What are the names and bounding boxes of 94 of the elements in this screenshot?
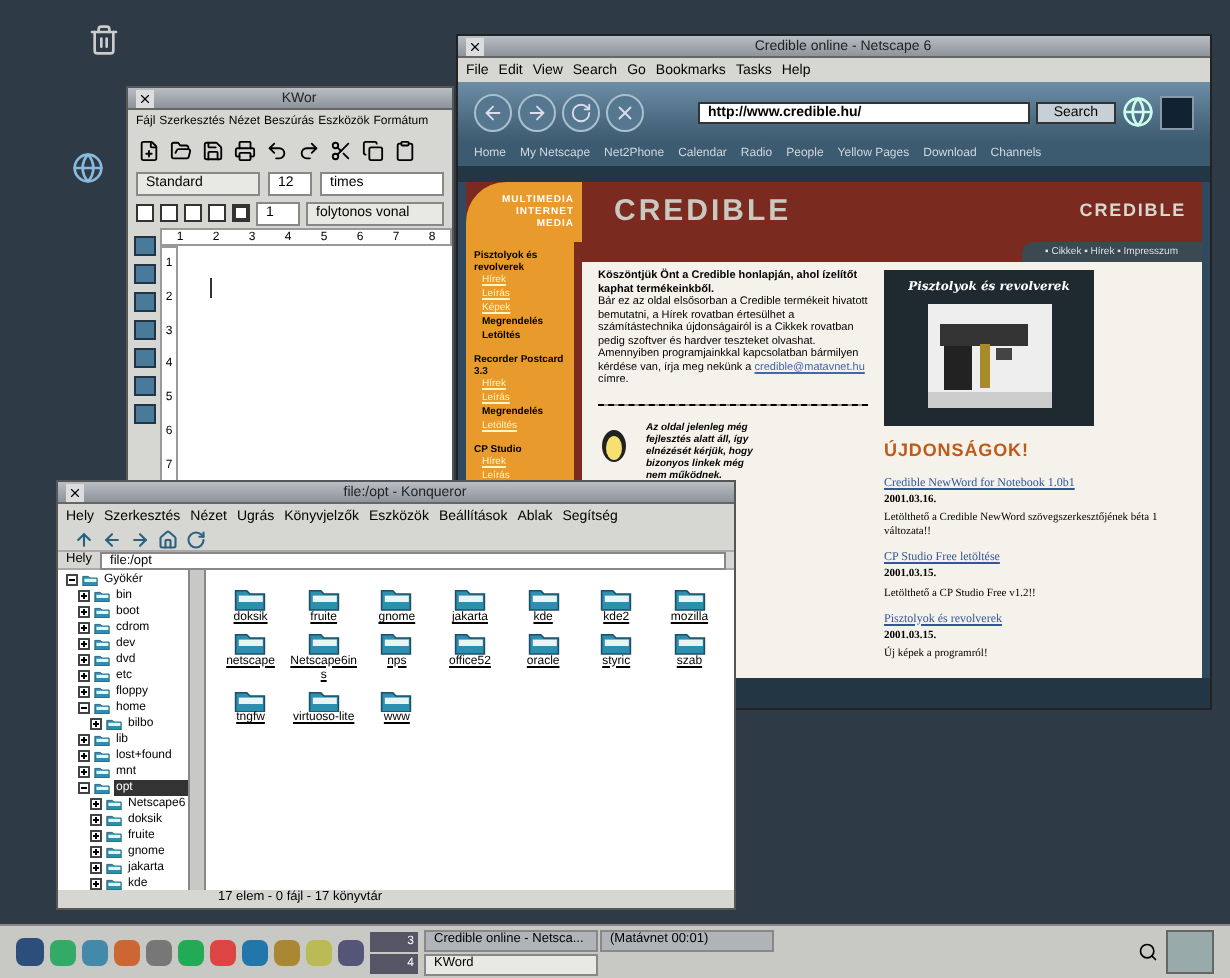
launcher-icon[interactable] [242,939,268,965]
expander-icon[interactable] [90,718,102,730]
close-button[interactable] [136,89,154,107]
expander-icon[interactable] [78,590,90,602]
launcher-icon[interactable] [210,939,236,965]
expander-icon[interactable] [78,782,90,794]
save-icon [202,140,224,162]
expander-icon[interactable] [90,798,102,810]
frame-tool-button[interactable] [133,376,155,396]
undo-icon [266,140,288,162]
forward-icon [526,101,548,123]
reload-icon [570,101,592,123]
site-logo: CREDIBLE [614,191,792,232]
toolbar-button[interactable] [328,138,354,164]
expander-icon[interactable] [78,654,90,666]
frame-tool-button[interactable] [133,264,155,284]
globe-icon [1122,96,1154,128]
kde-menu-button[interactable] [16,938,44,966]
forward-icon [130,529,150,549]
news-heading: ÚJDONSÁGOK! [884,438,1031,464]
folder-icon [380,586,413,612]
expander-icon[interactable] [90,830,102,842]
folder-icon [673,629,706,656]
toolbar-button[interactable] [168,138,194,164]
redo-icon [298,140,320,162]
nav-button[interactable] [518,93,556,131]
expander-icon[interactable] [78,670,90,682]
reload-icon [186,529,206,549]
close-icon [138,91,152,105]
folder-icon [673,586,706,612]
folder-icon [453,586,486,612]
site-logo: CREDIBLE [1079,198,1186,225]
folder-icon [307,629,340,656]
toolbar-button[interactable] [360,138,386,164]
expander-icon[interactable] [90,878,102,890]
folder-icon [380,629,413,656]
folder-icon [307,687,340,713]
expander-icon[interactable] [78,606,90,618]
expander-icon[interactable] [90,846,102,858]
open-folder-icon [170,140,192,162]
nav-button[interactable] [606,93,644,131]
close-button[interactable] [466,37,484,55]
toolbar-button[interactable] [200,138,226,164]
expander-icon[interactable] [78,750,90,762]
nav-button[interactable] [562,93,600,131]
back-icon [482,101,504,123]
expander-icon[interactable] [66,574,78,586]
launcher-icon[interactable] [338,939,364,965]
copy-icon [362,140,384,162]
home-icon [158,529,178,549]
expander-icon[interactable] [78,622,90,634]
toolbar-button[interactable] [296,138,322,164]
up-icon [74,529,94,549]
trash-icon [88,24,120,56]
expander-icon[interactable] [78,686,90,698]
expander-icon[interactable] [90,814,102,826]
cut-icon [330,140,352,162]
frame-tool-button[interactable] [133,320,155,340]
frame-tool-button[interactable] [133,348,155,368]
folder-icon [527,629,560,656]
frame-tool-button[interactable] [133,404,155,424]
folder-icon [600,629,633,656]
frame-tool-button[interactable] [133,236,155,256]
nav-button[interactable] [474,93,512,131]
launcher-icon[interactable] [146,939,172,965]
stop-icon [614,101,636,123]
folder-icon [307,586,340,612]
toolbar-button[interactable] [264,138,290,164]
search-icon [1138,942,1158,962]
toolbar-button[interactable] [392,138,418,164]
expander-icon[interactable] [78,766,90,778]
folder-icon [234,586,267,612]
folder-icon [234,687,267,713]
close-button[interactable] [66,483,84,501]
close-icon [68,485,82,499]
printer-icon [234,140,256,162]
toolbar-button[interactable] [232,138,258,164]
folder-icon [234,629,267,656]
new-file-icon [138,140,160,162]
folder-icon [453,629,486,656]
back-icon [102,529,122,549]
folder-icon [380,687,413,713]
logo-badge [1160,95,1194,129]
expander-icon[interactable] [78,702,90,714]
close-icon [468,39,482,53]
expander-icon[interactable] [90,862,102,874]
expander-icon[interactable] [78,638,90,650]
toolbar-button[interactable] [136,138,162,164]
paste-icon [394,140,416,162]
folder-icon [600,586,633,612]
expander-icon[interactable] [78,734,90,746]
frame-tool-button[interactable] [133,292,155,312]
folder-icon [527,586,560,612]
globe-icon [72,152,104,184]
